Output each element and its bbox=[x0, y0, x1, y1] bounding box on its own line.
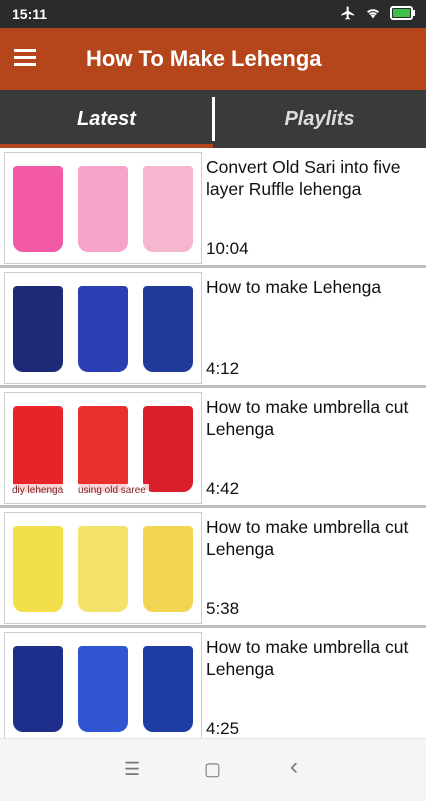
system-nav-bar: ☰ ▢ ‹ bbox=[0, 738, 426, 801]
tab-playlists[interactable]: Playlits bbox=[213, 90, 426, 148]
recent-apps-icon[interactable]: ☰ bbox=[124, 759, 140, 780]
back-icon[interactable]: ‹ bbox=[290, 753, 298, 781]
video-thumbnail[interactable] bbox=[4, 512, 202, 624]
video-duration: 4:42 bbox=[206, 479, 240, 498]
hamburger-menu-icon[interactable] bbox=[14, 45, 48, 73]
video-title[interactable]: How to make umbrella cut Lehenga bbox=[206, 396, 418, 440]
thumbnail-caption: using old saree bbox=[75, 484, 149, 497]
video-thumbnail[interactable] bbox=[4, 632, 202, 738]
list-item[interactable]: Convert Old Sari into five layer Ruffle … bbox=[0, 148, 426, 268]
video-duration: 4:25 bbox=[206, 719, 240, 738]
video-thumbnail[interactable] bbox=[4, 152, 202, 264]
list-item[interactable]: diy lehenga using old saree How to make … bbox=[0, 388, 426, 508]
airplane-mode-icon bbox=[340, 5, 356, 26]
app-title: How To Make Lehenga bbox=[86, 46, 322, 71]
list-item[interactable]: How to make umbrella cut Lehenga 4:25 bbox=[0, 628, 426, 738]
tab-latest[interactable]: Latest bbox=[0, 90, 213, 148]
wifi-icon bbox=[364, 5, 382, 26]
thumbnail-caption: diy lehenga bbox=[9, 484, 67, 497]
list-item[interactable]: How to make Lehenga 4:12 bbox=[0, 268, 426, 388]
video-title[interactable]: How to make umbrella cut Lehenga bbox=[206, 516, 418, 560]
list-item[interactable]: How to make umbrella cut Lehenga 5:38 bbox=[0, 508, 426, 628]
home-icon[interactable]: ▢ bbox=[204, 759, 221, 780]
video-duration: 5:38 bbox=[206, 599, 240, 618]
video-title[interactable]: How to make umbrella cut Lehenga bbox=[206, 636, 418, 680]
video-thumbnail[interactable]: diy lehenga using old saree bbox=[4, 392, 202, 504]
video-duration: 4:12 bbox=[206, 359, 240, 378]
video-list[interactable]: Convert Old Sari into five layer Ruffle … bbox=[0, 148, 426, 738]
status-bar: 15:11 bbox=[0, 0, 426, 28]
video-title[interactable]: Convert Old Sari into five layer Ruffle … bbox=[206, 156, 418, 200]
status-icons bbox=[340, 5, 416, 26]
tab-playlists-label: Playlits bbox=[284, 107, 355, 130]
tab-divider bbox=[212, 97, 215, 141]
status-time: 15:11 bbox=[12, 6, 48, 22]
app-bar: How To Make Lehenga bbox=[0, 28, 426, 90]
video-thumbnail[interactable] bbox=[4, 272, 202, 384]
tab-latest-label: Latest bbox=[77, 107, 136, 130]
battery-icon bbox=[390, 6, 416, 25]
video-duration: 10:04 bbox=[206, 239, 249, 258]
video-title[interactable]: How to make Lehenga bbox=[206, 276, 418, 298]
